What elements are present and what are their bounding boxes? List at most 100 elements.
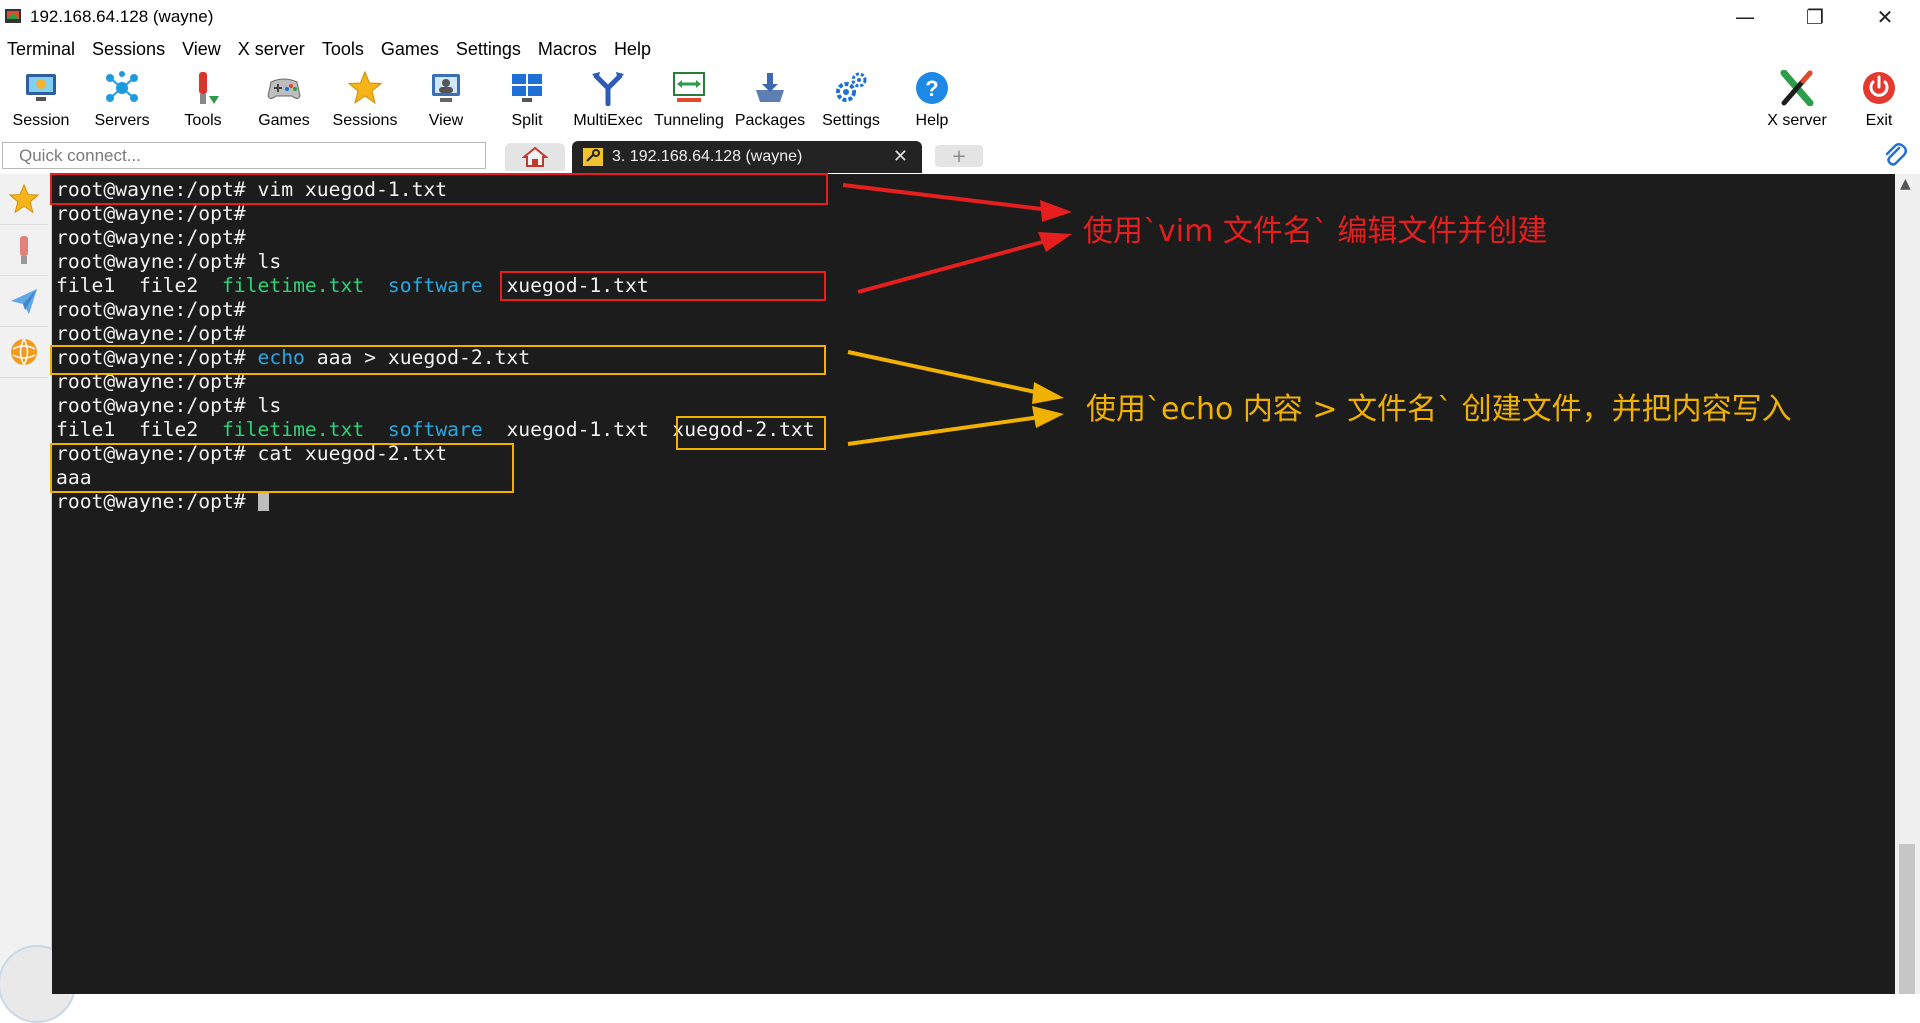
quick-connect-box xyxy=(2,142,486,169)
home-icon xyxy=(522,146,548,167)
globe-icon xyxy=(11,338,37,366)
x-server-button[interactable]: X server xyxy=(1757,68,1837,136)
echo-annotation: 使用`echo 内容 > 文件名` 创建文件，并把内容写入 xyxy=(1086,392,1792,427)
menu-sessions[interactable]: Sessions xyxy=(85,39,175,60)
plus-icon: + xyxy=(951,145,967,167)
menu-settings[interactable]: Settings xyxy=(449,39,531,60)
menu-macros[interactable]: Macros xyxy=(531,39,607,60)
terminal-line: root@wayne:/opt# xyxy=(56,226,815,250)
menu-terminal[interactable]: Terminal xyxy=(0,39,85,60)
menu-tools[interactable]: Tools xyxy=(315,39,374,60)
menu-help[interactable]: Help xyxy=(607,39,661,60)
attach-button[interactable] xyxy=(1882,142,1908,174)
multiexec-button[interactable]: MultiExec xyxy=(568,68,648,136)
home-tab[interactable] xyxy=(505,143,565,171)
exit-button[interactable]: Exit xyxy=(1839,68,1919,136)
close-icon: ✕ xyxy=(1876,5,1894,29)
tools-icon xyxy=(20,236,28,264)
menu-bar: Terminal Sessions View X server Tools Ga… xyxy=(0,34,1920,64)
tab-close-icon[interactable]: ✕ xyxy=(893,146,908,167)
paperclip-icon xyxy=(1885,143,1907,166)
terminal-cursor xyxy=(257,491,269,511)
split-button[interactable]: Split xyxy=(487,68,567,136)
terminal-text: root@wayne:/opt# ls xyxy=(56,250,282,273)
help-button[interactable]: ? Help xyxy=(892,68,972,136)
svg-text:?: ? xyxy=(925,76,938,101)
quick-connect-input[interactable] xyxy=(17,143,481,169)
view-icon xyxy=(426,68,466,108)
window-title: 192.168.64.128 (wayne) xyxy=(30,7,214,26)
terminal-text: software xyxy=(387,274,483,297)
sidebar-macros-button[interactable] xyxy=(0,276,48,327)
tools-icon xyxy=(183,68,223,108)
highlight-echo-command xyxy=(50,345,826,375)
settings-button[interactable]: Settings xyxy=(811,68,891,136)
network-icon xyxy=(102,68,142,108)
packages-button[interactable]: Packages xyxy=(730,68,810,136)
app-logo-icon xyxy=(5,9,21,23)
highlight-cat-output xyxy=(50,443,514,493)
restore-button[interactable]: ❐ xyxy=(1780,0,1850,34)
left-sidebar xyxy=(0,174,52,994)
sessions-button[interactable]: Sessions xyxy=(325,68,405,136)
sidebar-sftp-button[interactable] xyxy=(0,327,48,378)
highlight-xuegod-2 xyxy=(676,416,826,450)
terminal-line: root@wayne:/opt# xyxy=(56,202,815,226)
gears-icon xyxy=(831,68,871,108)
terminal-text: file1 file2 xyxy=(56,418,222,441)
help-icon: ? xyxy=(912,68,952,108)
sidebar-tools-button[interactable] xyxy=(0,225,48,276)
servers-button[interactable]: Servers xyxy=(82,68,162,136)
menu-view[interactable]: View xyxy=(175,39,231,60)
terminal-text: root@wayne:/opt# xyxy=(56,226,246,249)
highlight-xuegod-1 xyxy=(500,271,826,301)
package-icon xyxy=(750,68,790,108)
session-button[interactable]: Session xyxy=(1,68,81,136)
terminal-scrollbar[interactable]: ▲ xyxy=(1895,174,1920,994)
x-icon xyxy=(1777,68,1817,108)
terminal-view[interactable]: root@wayne:/opt# vim xuegod-1.txt root@wa… xyxy=(52,174,1895,994)
terminal-text: software xyxy=(387,418,483,441)
terminal-text: root@wayne:/opt# xyxy=(56,298,246,321)
star-icon xyxy=(8,183,40,214)
scroll-thumb[interactable] xyxy=(1899,844,1915,994)
terminal-line: root@wayne:/opt# xyxy=(56,490,815,514)
games-button[interactable]: Games xyxy=(244,68,324,136)
new-tab-button[interactable]: + xyxy=(935,145,983,167)
tunneling-button[interactable]: Tunneling xyxy=(649,68,729,136)
star-icon xyxy=(345,68,385,108)
tools-button[interactable]: Tools xyxy=(163,68,243,136)
power-icon xyxy=(1859,68,1899,108)
minimize-button[interactable]: — xyxy=(1710,0,1780,34)
terminal-text: file1 file2 xyxy=(56,274,222,297)
terminal-text: root@wayne:/opt# xyxy=(56,202,246,225)
terminal-line: root@wayne:/opt# xyxy=(56,298,815,322)
scroll-up-icon[interactable]: ▲ xyxy=(1900,176,1911,192)
terminal-text: filetime.txt xyxy=(221,418,365,441)
terminal-line: root@wayne:/opt# ls xyxy=(56,394,815,418)
paper-plane-icon xyxy=(11,289,37,314)
terminal-text: filetime.txt xyxy=(221,274,365,297)
gamepad-icon xyxy=(264,68,304,108)
split-icon xyxy=(507,68,547,108)
menu-games[interactable]: Games xyxy=(374,39,449,60)
monitor-icon xyxy=(21,68,61,108)
view-button[interactable]: View xyxy=(406,68,486,136)
session-tab[interactable]: 3. 192.168.64.128 (wayne) ✕ xyxy=(572,141,922,173)
title-bar: 192.168.64.128 (wayne) — ❐ ✕ xyxy=(0,0,1920,34)
vim-annotation: 使用`vim 文件名` 编辑文件并创建 xyxy=(1083,214,1548,249)
terminal-text: root@wayne:/opt# xyxy=(56,322,246,345)
tab-row: 3. 192.168.64.128 (wayne) ✕ + xyxy=(0,140,1920,173)
terminal-text: root@wayne:/opt# xyxy=(56,490,258,513)
sidebar-sessions-button[interactable] xyxy=(0,174,48,225)
close-window-button[interactable]: ✕ xyxy=(1850,0,1920,34)
toolbar: Session Servers Tools Games Sessions Vie… xyxy=(0,64,1920,140)
terminal-line: root@wayne:/opt# xyxy=(56,322,815,346)
menu-x-server[interactable]: X server xyxy=(231,39,315,60)
minimize-icon: — xyxy=(1735,5,1755,29)
ssh-key-icon xyxy=(583,148,603,166)
tunnel-icon xyxy=(669,68,709,108)
session-tab-label: 3. 192.168.64.128 (wayne) xyxy=(612,148,803,165)
